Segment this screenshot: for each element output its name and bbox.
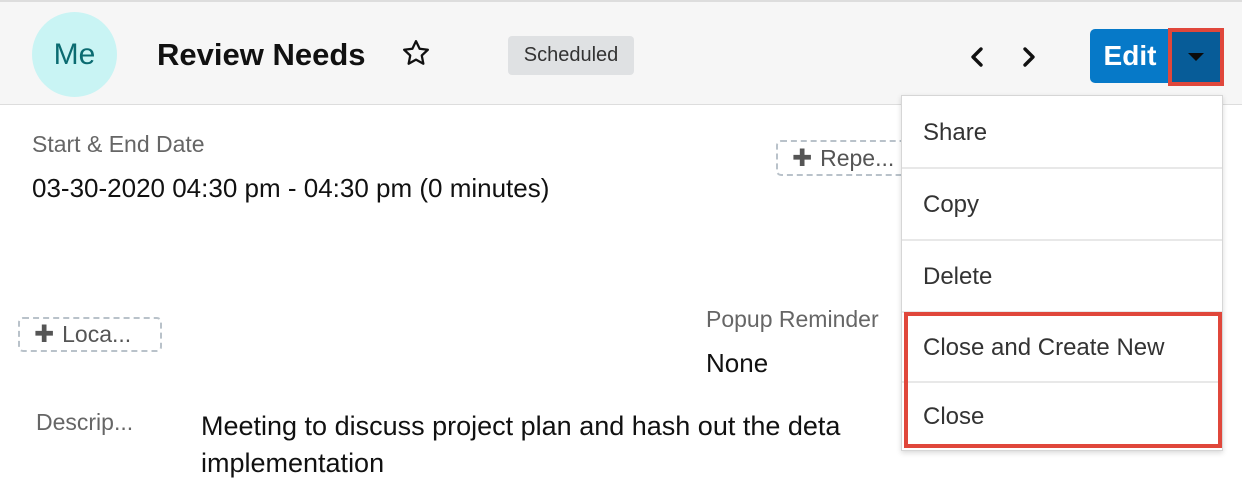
- menu-item-close-and-create-new[interactable]: Close and Create New: [902, 312, 1222, 383]
- description-value[interactable]: Meeting to discuss project plan and hash…: [201, 408, 901, 480]
- description-label: Descrip...: [36, 409, 134, 435]
- plus-icon: ✚: [792, 144, 813, 172]
- next-record-button[interactable]: [1016, 42, 1042, 72]
- start-end-date-label: Start & End Date: [32, 131, 205, 157]
- previous-record-button[interactable]: [964, 42, 990, 72]
- start-end-date-value[interactable]: 03-30-2020 04:30 pm - 04:30 pm (0 minute…: [32, 173, 549, 204]
- chevron-right-icon: [1023, 47, 1035, 67]
- page-title: Review Needs: [157, 37, 366, 72]
- actions-dropdown-menu: Share Copy Delete Close and Create New C…: [901, 95, 1223, 451]
- add-repeat-button[interactable]: ✚ Repe...: [776, 140, 916, 176]
- caret-down-icon: [1188, 53, 1204, 61]
- actions-menu-toggle[interactable]: [1168, 28, 1224, 86]
- menu-item-delete[interactable]: Delete: [902, 241, 1222, 312]
- status-badge: Scheduled: [508, 36, 634, 75]
- add-repeat-label: Repe...: [820, 144, 895, 171]
- add-location-button[interactable]: ✚ Loca...: [18, 317, 162, 352]
- edit-button[interactable]: Edit: [1090, 29, 1170, 83]
- menu-item-close[interactable]: Close: [902, 381, 1222, 452]
- avatar[interactable]: Me: [32, 12, 117, 97]
- menu-item-share[interactable]: Share: [902, 97, 1222, 168]
- add-location-label: Loca...: [62, 321, 132, 347]
- popup-reminder-label: Popup Reminder: [706, 306, 879, 332]
- chevron-left-icon: [971, 47, 983, 67]
- star-outline-icon[interactable]: [401, 38, 431, 68]
- plus-icon: ✚: [34, 321, 55, 348]
- popup-reminder-value[interactable]: None: [706, 348, 768, 379]
- menu-item-copy[interactable]: Copy: [902, 169, 1222, 240]
- record-header: Me Review Needs Scheduled Edit: [0, 0, 1242, 105]
